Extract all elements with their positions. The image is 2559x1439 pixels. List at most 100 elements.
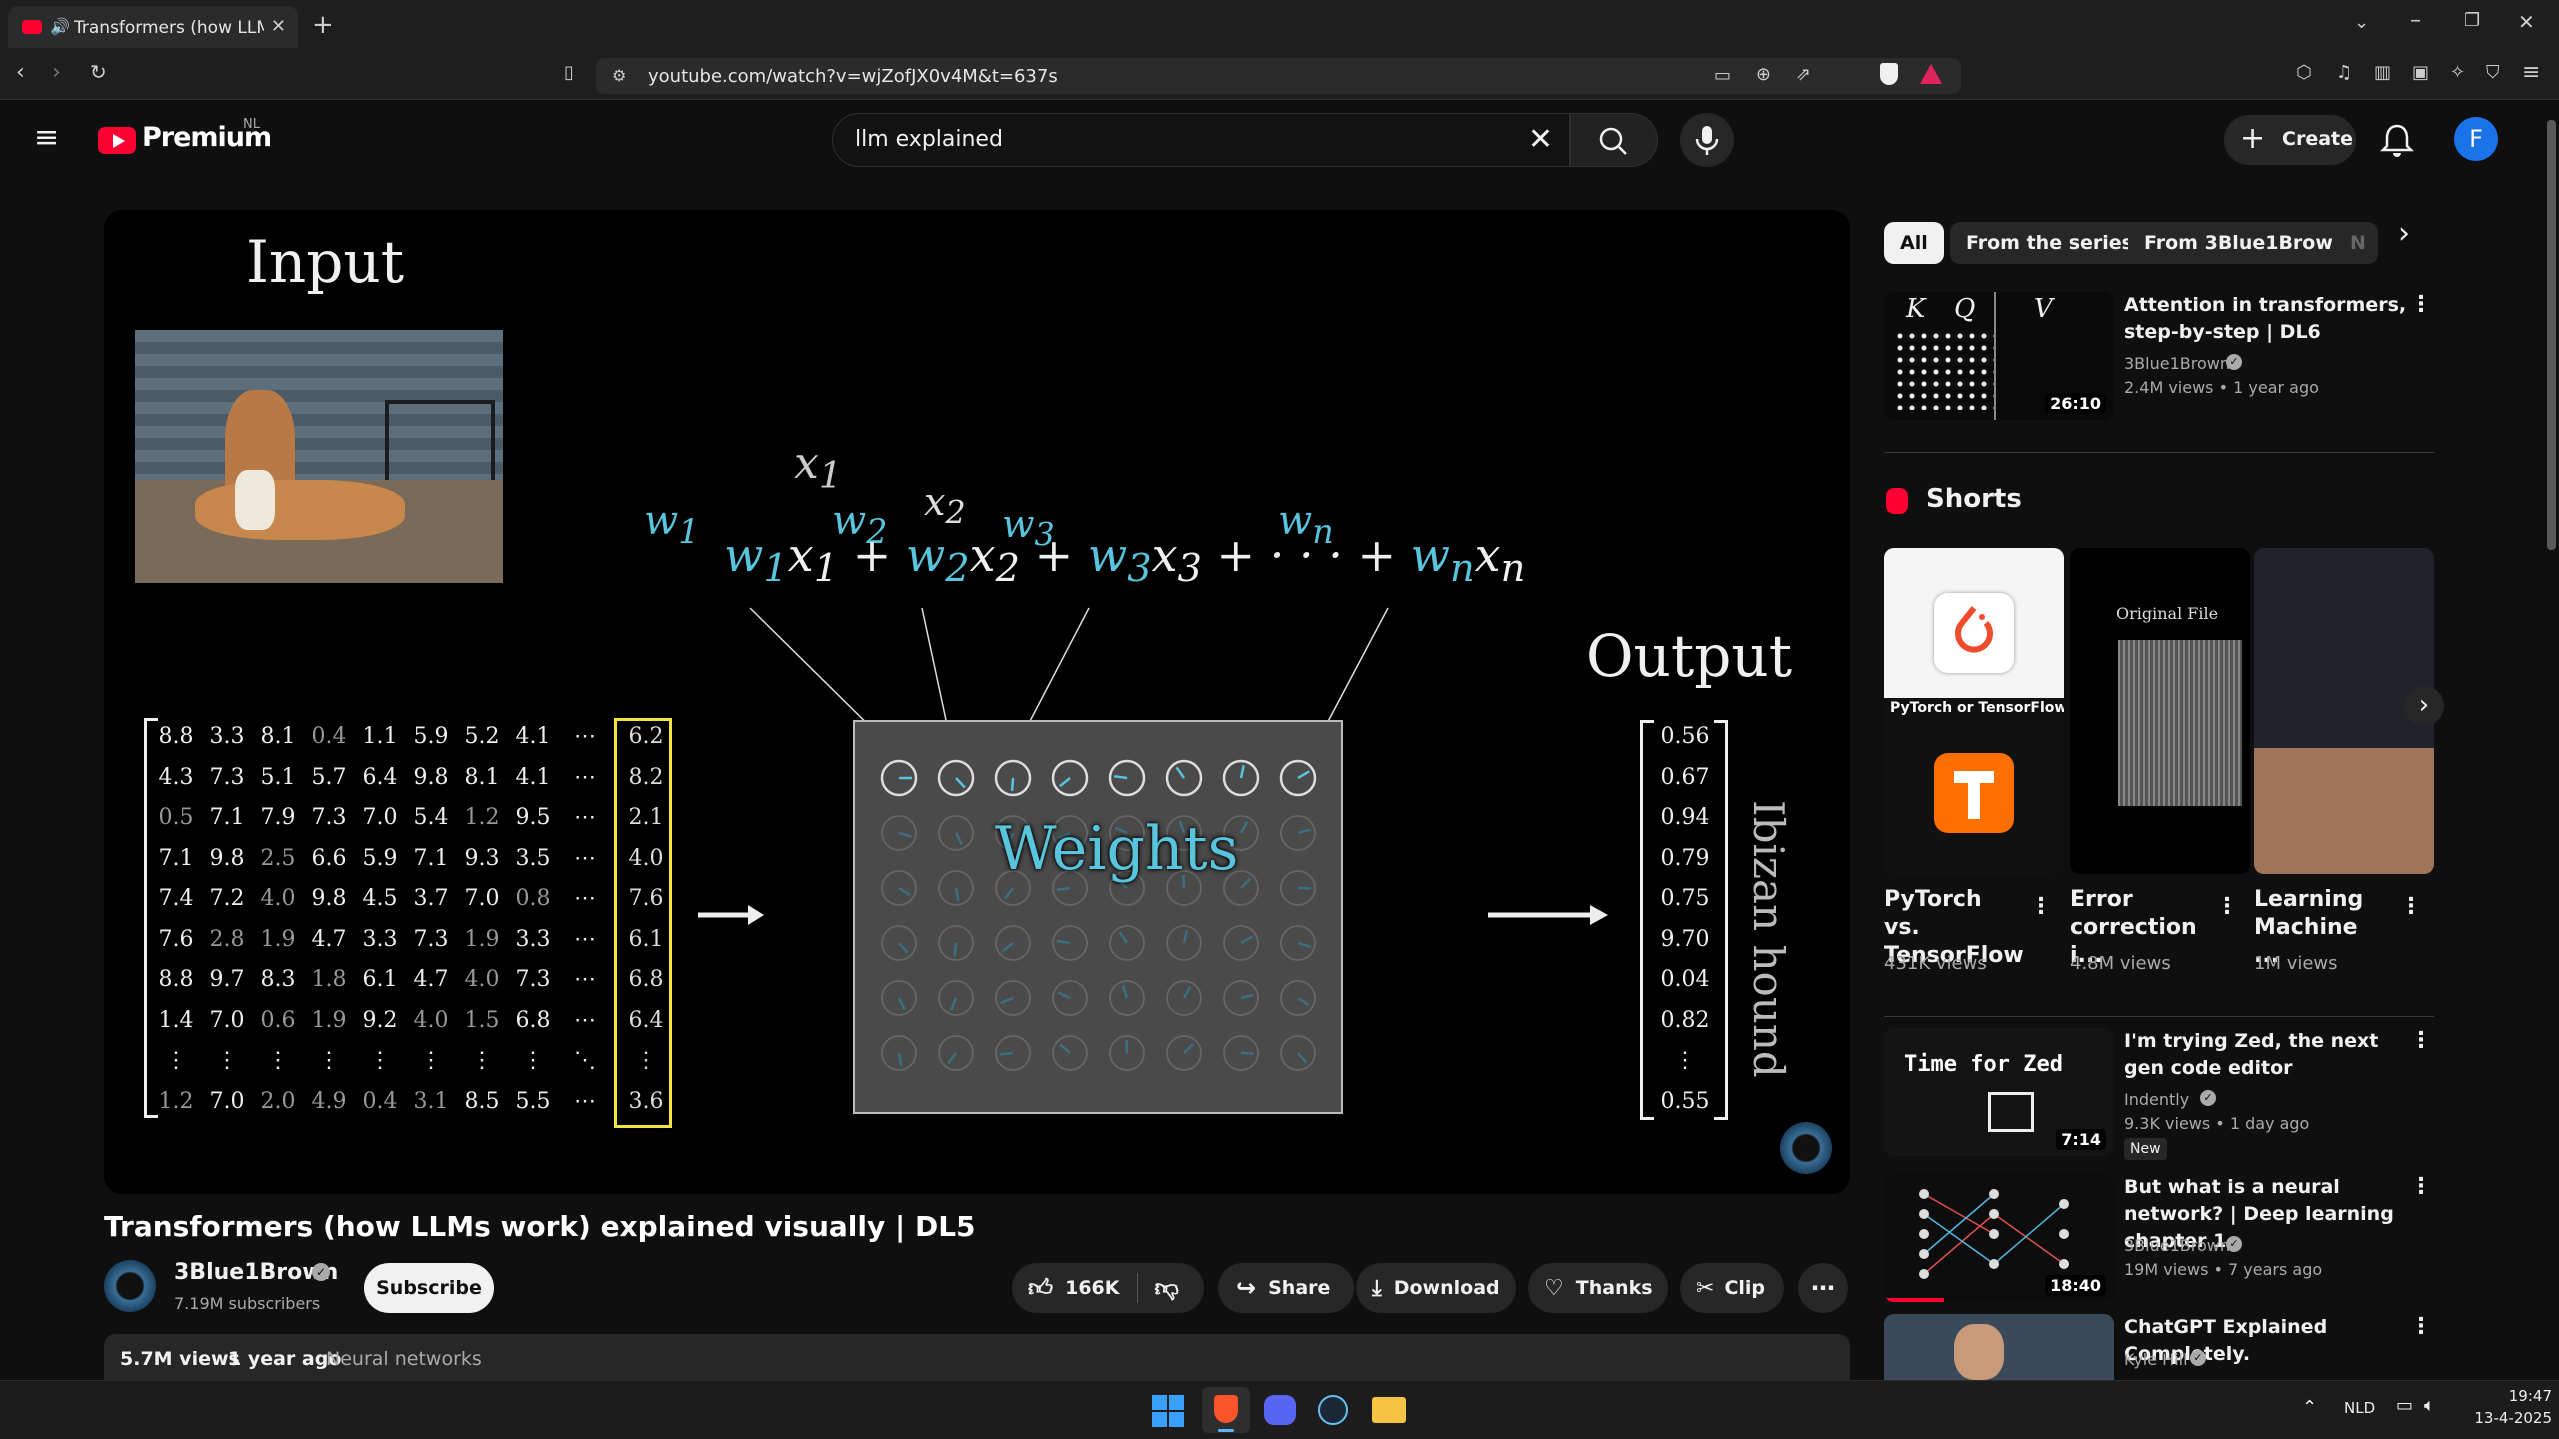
brave-rewards-icon[interactable] [1920, 64, 1942, 84]
leo-icon[interactable]: ✧ [2450, 62, 2465, 83]
more-options-icon[interactable]: ⋮ [2410, 1314, 2432, 1339]
account-avatar[interactable]: F [2454, 117, 2498, 161]
scrollbar-thumb[interactable] [2547, 120, 2556, 550]
page-scrollbar[interactable] [2544, 100, 2559, 1380]
search-button[interactable] [1570, 113, 1658, 167]
download-button[interactable]: ⤓ Download [1356, 1263, 1516, 1313]
matrix-cell: 8.1 [260, 724, 296, 749]
reload-icon[interactable]: ↻ [90, 60, 107, 84]
clock-time[interactable]: 19:47 [2500, 1387, 2552, 1405]
extensions-icon[interactable]: ⬡ [2296, 62, 2312, 83]
output-cell: 0.79 [1660, 845, 1710, 871]
more-options-icon[interactable]: ⋮ [2410, 1174, 2432, 1199]
wallet-icon[interactable]: ▣ [2412, 62, 2429, 83]
chip-from-channel[interactable]: From 3Blue1Brown [2128, 222, 2363, 264]
thumbnail-zed[interactable]: Time for Zed 7:14 [1884, 1028, 2114, 1156]
restore-icon[interactable]: ❐ [2464, 10, 2480, 31]
cast-icon[interactable]: ▭ [1714, 65, 1731, 86]
subscribe-button[interactable]: Subscribe [364, 1263, 494, 1313]
short-thumbnail-pytorch[interactable]: PyTorch or TensorFlow? [1884, 548, 2064, 874]
share-icon[interactable]: ⇗ [1796, 64, 1811, 85]
new-tab-button[interactable]: + [312, 10, 334, 40]
matrix-cell: 5.4 [413, 805, 449, 830]
language-indicator[interactable]: NLD [2344, 1399, 2375, 1417]
short-thumbnail-error[interactable]: Original File [2070, 548, 2250, 874]
more-options-icon[interactable]: ⋮ [2030, 894, 2052, 919]
related-channel[interactable]: Indently [2124, 1088, 2189, 1112]
close-tab-icon[interactable]: ✕ [271, 16, 286, 37]
thumbnail-neural-network[interactable]: 18:40 [1884, 1174, 2114, 1302]
channel-watermark[interactable] [1780, 1122, 1832, 1174]
brave-shield-icon[interactable] [1880, 63, 1898, 85]
create-button[interactable]: + Create [2224, 115, 2356, 165]
thumbnail-attention[interactable]: K Q V 26:10 [1884, 292, 2114, 420]
more-actions-button[interactable]: ⋯ [1798, 1263, 1848, 1313]
related-channel[interactable]: Kyle Hill [2124, 1348, 2188, 1372]
zoom-icon[interactable]: ⊕ [1756, 64, 1771, 85]
related-channel[interactable]: 3Blue1Brown [2124, 1234, 2230, 1258]
sidebar-icon[interactable]: ▥ [2374, 62, 2391, 83]
matrix-cell: 9.2 [362, 1007, 398, 1033]
thanks-label: Thanks [1575, 1277, 1653, 1299]
related-video-title[interactable]: Attention in transformers, step-by-step … [2124, 292, 2414, 346]
related-video-title[interactable]: I'm trying Zed, the next gen code editor [2124, 1028, 2414, 1082]
shorts-next-icon[interactable]: › [2404, 686, 2444, 726]
thumbnail-chatgpt[interactable] [1884, 1314, 2114, 1380]
video-player[interactable]: Input x1 x2 w1 w2 w3 wn w1x1 + w2x2 + w3… [104, 210, 1850, 1194]
discord-icon[interactable] [1264, 1395, 1296, 1425]
hashtag-link[interactable]: Neural networks [326, 1348, 482, 1370]
more-options-icon[interactable]: ⋮ [2216, 894, 2238, 919]
matrix-cell: 5.2 [464, 724, 500, 749]
output-cell: 0.75 [1660, 886, 1710, 911]
matrix-cell: 1.9 [311, 1007, 347, 1033]
bookmark-icon[interactable]: ▯ [564, 62, 574, 83]
output-cell: 9.70 [1660, 926, 1710, 952]
volume-icon[interactable]: 🔈︎ [2424, 1395, 2435, 1416]
like-icon[interactable]: 👍︎ [1028, 1274, 1053, 1303]
brave-taskbar-button[interactable] [1202, 1387, 1250, 1433]
more-options-icon[interactable]: ⋮ [2410, 292, 2432, 317]
close-window-icon[interactable]: ✕ [2518, 10, 2535, 34]
chips-next-icon[interactable]: › [2384, 216, 2424, 268]
dislike-icon[interactable]: 👎︎ [1154, 1274, 1178, 1303]
weight-dial-needle [1240, 935, 1253, 945]
file-explorer-icon[interactable] [1372, 1397, 1406, 1423]
search-input[interactable]: llm explained ✕ [832, 113, 1570, 167]
matrix-cell: 5.5 [515, 1088, 551, 1114]
notifications-bell-icon[interactable] [2380, 122, 2414, 158]
related-channel[interactable]: 3Blue1Brown [2124, 352, 2230, 376]
minimize-icon[interactable]: – [2410, 8, 2421, 33]
back-icon[interactable]: ‹ [16, 60, 25, 85]
like-count[interactable]: 166K [1065, 1277, 1119, 1299]
tab-search-icon[interactable]: ⌄ [2354, 12, 2369, 33]
more-options-icon[interactable]: ⋮ [2400, 894, 2422, 919]
thanks-button[interactable]: ♡ Thanks [1528, 1263, 1668, 1313]
network-icon[interactable]: ▭ [2396, 1395, 2413, 1416]
youtube-logo-icon[interactable] [98, 127, 136, 154]
forward-icon[interactable]: › [52, 60, 61, 85]
channel-avatar[interactable] [104, 1260, 156, 1312]
windows-start-icon[interactable] [1152, 1395, 1184, 1427]
hamburger-menu-icon[interactable]: ≡ [34, 120, 59, 155]
matrix-cell: 6.8 [628, 967, 664, 992]
more-options-icon[interactable]: ⋮ [2410, 1028, 2432, 1053]
share-button[interactable]: ↪ Share [1218, 1263, 1354, 1313]
voice-search-button[interactable] [1680, 113, 1734, 167]
vpn-icon[interactable]: ⛉ [2486, 62, 2500, 83]
url-field[interactable]: ⚙ youtube.com/watch?v=wjZofJX0v4M&t=637s… [596, 58, 1961, 94]
chip-truncated[interactable]: N [2334, 222, 2378, 264]
chip-from-series[interactable]: From the series [1950, 222, 2149, 264]
clip-button[interactable]: ✂ Clip [1680, 1263, 1784, 1313]
steam-icon[interactable] [1318, 1395, 1348, 1425]
browser-tab[interactable]: 🔊 Transformers (how LLMs wo ✕ [8, 6, 298, 48]
site-settings-icon[interactable]: ⚙ [612, 66, 626, 85]
clear-search-icon[interactable]: ✕ [1528, 122, 1553, 157]
media-icon[interactable]: ♫ [2336, 62, 2352, 83]
chip-all[interactable]: All [1884, 222, 1944, 264]
tray-overflow-icon[interactable]: ⌃ [2302, 1397, 2317, 1418]
menu-icon[interactable]: ≡ [2522, 60, 2540, 85]
output-cell: ⋮ [1674, 1048, 1696, 1073]
matrix-cell: 2.1 [628, 805, 664, 830]
clock-date[interactable]: 13-4-2025 [2452, 1409, 2552, 1427]
speaker-icon[interactable]: 🔊 [50, 17, 70, 36]
